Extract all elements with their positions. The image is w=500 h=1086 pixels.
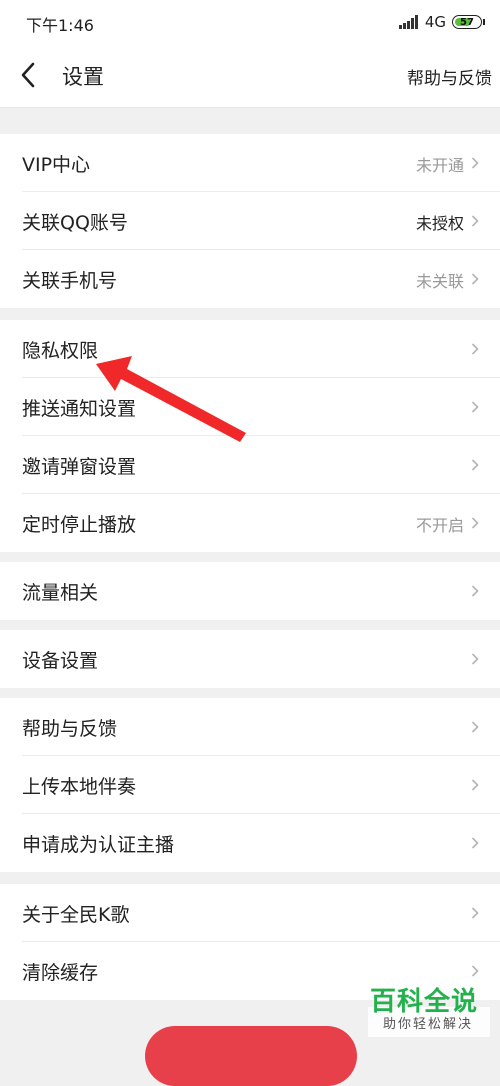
watermark-tagline: 助你轻松解决	[383, 1017, 474, 1032]
settings-group-account: VIP中心 未开通 关联QQ账号 未授权 关联手机号 未关联	[0, 134, 500, 308]
settings-group-device: 设备设置	[0, 630, 500, 688]
row-label: VIP中心	[22, 154, 91, 176]
row-label: 推送通知设置	[22, 398, 137, 420]
settings-row-about[interactable]: 关于全民K歌	[0, 884, 500, 942]
status-time: 下午1:46	[26, 16, 94, 35]
chevron-right-icon	[471, 907, 479, 919]
row-label: 关联QQ账号	[22, 212, 128, 234]
network-type: 4G	[424, 13, 446, 31]
settings-row-vip[interactable]: VIP中心 未开通	[0, 134, 500, 192]
chevron-right-icon	[471, 965, 479, 977]
row-label: 申请成为认证主播	[22, 834, 175, 856]
row-label: 流量相关	[22, 582, 99, 604]
chevron-right-icon	[471, 517, 479, 529]
row-label: 帮助与反馈	[22, 718, 118, 740]
chevron-right-icon	[471, 459, 479, 471]
row-value: 未授权	[415, 214, 464, 233]
chevron-right-icon	[471, 343, 479, 355]
status-bar: 下午1:46 4G 57	[0, 0, 500, 44]
settings-row-help[interactable]: 帮助与反馈	[0, 698, 500, 756]
settings-row-phone[interactable]: 关联手机号 未关联	[0, 250, 500, 308]
row-label: 清除缓存	[22, 962, 99, 984]
settings-row-qq[interactable]: 关联QQ账号 未授权	[0, 192, 500, 250]
chevron-right-icon	[471, 837, 479, 849]
back-arrow-icon[interactable]	[16, 60, 42, 90]
top-bar: 设置 帮助与反馈	[0, 44, 500, 108]
status-icons: 4G 57	[398, 12, 485, 32]
row-label: 关联手机号	[22, 270, 118, 292]
page-title: 设置	[62, 65, 104, 89]
chevron-right-icon	[471, 653, 479, 665]
row-value: 未关联	[415, 272, 464, 291]
chevron-right-icon	[471, 721, 479, 733]
settings-group-traffic: 流量相关	[0, 562, 500, 620]
help-feedback-link[interactable]: 帮助与反馈	[407, 64, 492, 89]
row-label: 邀请弹窗设置	[22, 456, 137, 478]
chevron-right-icon	[471, 157, 479, 169]
signal-icon	[398, 15, 419, 29]
settings-group-help: 帮助与反馈 上传本地伴奏 申请成为认证主播	[0, 698, 500, 872]
logout-button[interactable]	[145, 1026, 357, 1086]
settings-row-device[interactable]: 设备设置	[0, 630, 500, 688]
chevron-right-icon	[471, 585, 479, 597]
chevron-right-icon	[471, 215, 479, 227]
settings-row-privacy[interactable]: 隐私权限	[0, 320, 500, 378]
settings-group-privacy: 隐私权限 推送通知设置 邀请弹窗设置 定时停止播放 不开启	[0, 320, 500, 552]
settings-row-apply-anchor[interactable]: 申请成为认证主播	[0, 814, 500, 872]
settings-row-sleep-timer[interactable]: 定时停止播放 不开启	[0, 494, 500, 552]
settings-row-upload-accompaniment[interactable]: 上传本地伴奏	[0, 756, 500, 814]
row-value: 不开启	[415, 516, 464, 535]
row-label: 关于全民K歌	[22, 904, 130, 926]
battery-level: 57	[460, 16, 474, 28]
chevron-right-icon	[471, 273, 479, 285]
row-label: 设备设置	[22, 650, 99, 672]
chevron-right-icon	[471, 401, 479, 413]
settings-row-invite-popup[interactable]: 邀请弹窗设置	[0, 436, 500, 494]
row-label: 定时停止播放	[22, 514, 137, 536]
row-label: 隐私权限	[22, 340, 99, 362]
chevron-right-icon	[471, 779, 479, 791]
battery-icon: 57	[452, 15, 485, 29]
settings-row-push[interactable]: 推送通知设置	[0, 378, 500, 436]
row-value: 未开通	[415, 156, 464, 175]
row-label: 上传本地伴奏	[22, 776, 137, 798]
settings-row-traffic[interactable]: 流量相关	[0, 562, 500, 620]
